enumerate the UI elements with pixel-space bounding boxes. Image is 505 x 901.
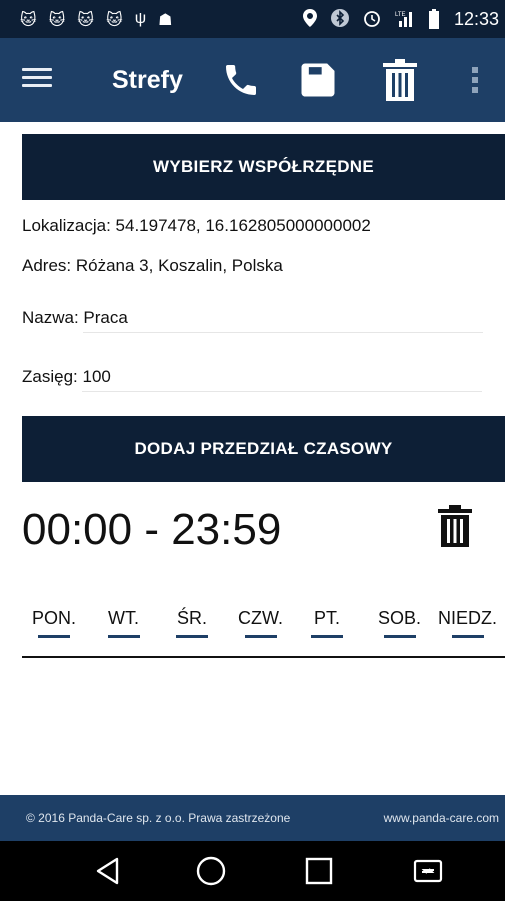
delete-time-range-icon[interactable] (438, 505, 472, 552)
name-label: Nazwa: (22, 308, 79, 327)
time-range[interactable]: 00:00 - 23:59 (22, 505, 281, 555)
phone-icon[interactable] (216, 58, 266, 102)
day-toggle-thu[interactable]: CZW. (238, 608, 283, 638)
trash-icon[interactable] (378, 58, 422, 102)
copyright-text: © 2016 Panda-Care sp. z o.o. Prawa zastr… (26, 811, 291, 825)
divider (22, 656, 505, 658)
back-icon[interactable] (86, 851, 130, 891)
location-pin-icon (303, 9, 317, 34)
name-value[interactable]: Praca (83, 308, 484, 333)
day-toggle-tue[interactable]: WT. (107, 608, 140, 638)
system-icons: LTE (303, 9, 439, 34)
home-icon[interactable] (189, 851, 233, 891)
alarm-icon (363, 9, 381, 34)
system-nav-bar (0, 841, 505, 901)
name-field[interactable]: Nazwa: Praca (22, 308, 484, 333)
cat-icon: 🐱 (77, 12, 95, 29)
weekday-selector: PON. WT. ŚR. CZW. PT. SOB. NIEDZ. (0, 608, 505, 638)
cat-icon: 🐱 (48, 12, 66, 29)
page-title: Strefy (112, 66, 183, 94)
bluetooth-icon (331, 9, 349, 34)
add-time-range-button[interactable]: DODAJ PRZEDZIAŁ CZASOWY (22, 416, 505, 482)
battery-icon (429, 9, 439, 34)
usb-icon: ψ (134, 10, 147, 27)
day-toggle-fri[interactable]: PT. (311, 608, 343, 638)
footer: © 2016 Panda-Care sp. z o.o. Prawa zastr… (0, 795, 505, 841)
lte-signal-icon: LTE (395, 9, 415, 34)
website-link[interactable]: www.panda-care.com (384, 811, 499, 825)
range-field[interactable]: Zasięg: 100 (22, 367, 483, 392)
save-icon[interactable] (293, 58, 343, 102)
app-bar: Strefy (0, 38, 505, 122)
range-value[interactable]: 100 (82, 367, 483, 392)
location-text: Lokalizacja: 54.197478, 16.1628050000000… (22, 216, 371, 235)
status-clock: 12:33 (453, 9, 499, 29)
day-toggle-wed[interactable]: ŚR. (176, 608, 208, 638)
recent-apps-icon[interactable] (297, 851, 341, 891)
overflow-menu-icon[interactable] (462, 58, 488, 102)
day-toggle-sun[interactable]: NIEDZ. (438, 608, 497, 638)
cat-icon: 🐱 (106, 12, 123, 29)
status-bar: 🐱 🐱 🐱 🐱 ψ ☗ LTE 12:33 (0, 0, 505, 38)
notification-icons: 🐱 🐱 🐱 🐱 ψ ☗ (20, 10, 173, 30)
hamburger-menu-icon[interactable] (22, 64, 52, 94)
rotate-screen-icon[interactable] (406, 851, 450, 891)
choose-coordinates-button[interactable]: WYBIERZ WSPÓŁRZĘDNE (22, 134, 505, 200)
range-label: Zasięg: (22, 367, 78, 386)
day-toggle-mon[interactable]: PON. (32, 608, 76, 638)
android-icon: ☗ (158, 12, 173, 29)
cat-icon: 🐱 (20, 12, 37, 29)
address-text: Adres: Różana 3, Koszalin, Polska (22, 256, 283, 275)
svg-text:LTE: LTE (395, 12, 406, 18)
day-toggle-sat[interactable]: SOB. (378, 608, 421, 638)
